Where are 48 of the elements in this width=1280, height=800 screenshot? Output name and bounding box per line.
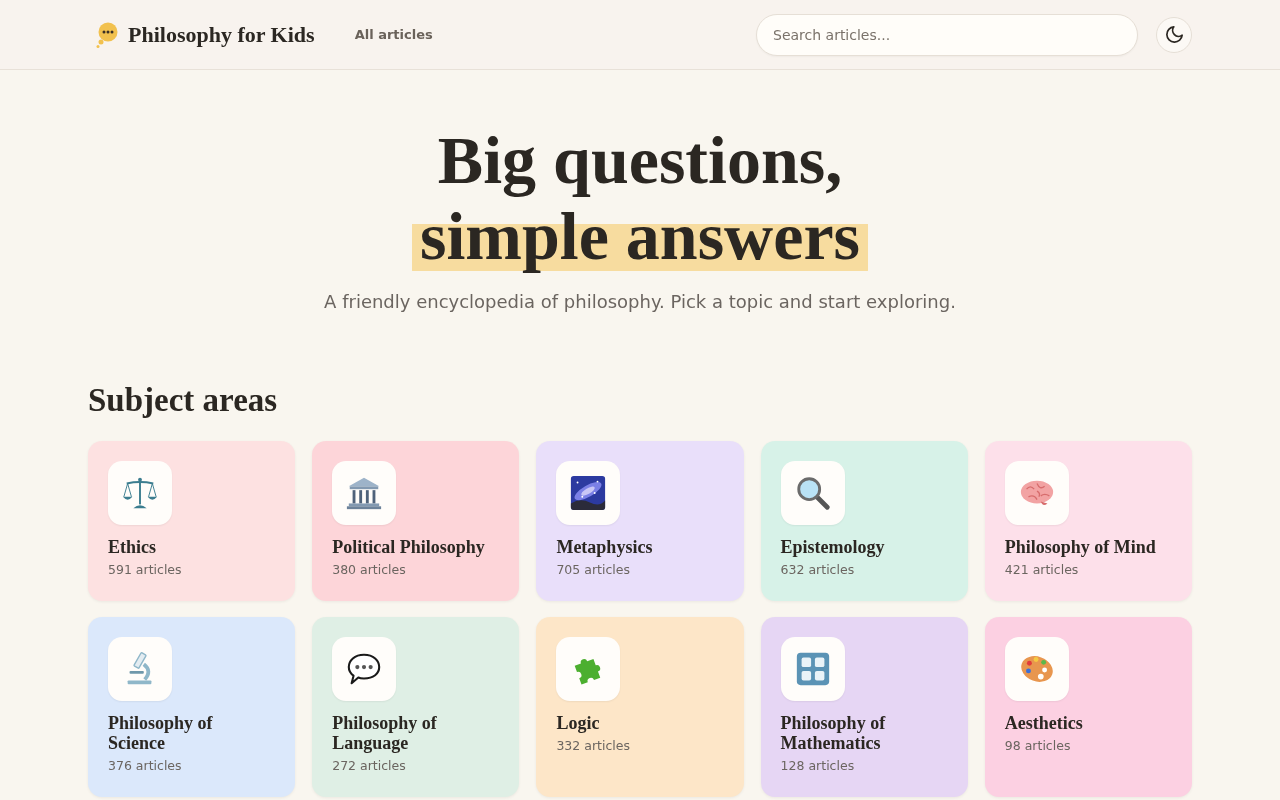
subject-card[interactable]: Ethics 591 articles bbox=[88, 441, 296, 601]
brain-icon bbox=[1004, 461, 1069, 525]
article-count: 421 articles bbox=[1004, 561, 1080, 579]
card-title: Philosophy of Mind bbox=[1004, 537, 1157, 557]
thought-bubble-icon bbox=[95, 21, 118, 48]
subject-card[interactable]: Aesthetics 98 articles bbox=[984, 617, 1192, 797]
article-count: 98 articles bbox=[1004, 737, 1072, 755]
article-count: 632 articles bbox=[780, 561, 856, 579]
article-count: 128 articles bbox=[780, 757, 856, 775]
nav-link[interactable]: All articles bbox=[354, 27, 433, 42]
subject-card[interactable]: Political Philosophy 380 articles bbox=[312, 441, 520, 601]
card-title: Metaphysics bbox=[556, 537, 654, 557]
subject-card[interactable]: Philosophy of Language 272 articles bbox=[312, 617, 520, 797]
grid-tile-icon bbox=[780, 637, 845, 701]
scales-icon bbox=[108, 461, 172, 525]
galaxy-icon bbox=[556, 461, 621, 525]
search-field[interactable]: Search articles... bbox=[756, 13, 1138, 56]
theme-toggle-button[interactable] bbox=[1156, 16, 1192, 53]
card-title: Political Philosophy bbox=[332, 537, 486, 557]
magnifying-glass-icon bbox=[780, 461, 845, 525]
article-count: 591 articles bbox=[108, 561, 183, 579]
speech-bubble-icon bbox=[332, 637, 397, 701]
section-heading: Subject areas bbox=[88, 381, 278, 419]
moon-icon bbox=[1165, 26, 1183, 43]
temple-icon bbox=[332, 461, 397, 525]
site-title[interactable]: Philosophy for Kids bbox=[128, 21, 315, 48]
subject-card[interactable]: Philosophy of Mathematics 128 articles bbox=[760, 617, 968, 797]
card-title: Ethics bbox=[108, 537, 157, 557]
article-count: 380 articles bbox=[332, 561, 407, 579]
article-count: 705 articles bbox=[556, 561, 631, 579]
puzzle-piece-icon bbox=[556, 637, 621, 701]
subject-card[interactable]: Philosophy of Mind 421 articles bbox=[984, 441, 1192, 601]
card-title: Aesthetics bbox=[1004, 713, 1084, 733]
subject-card[interactable]: Epistemology 632 articles bbox=[760, 441, 968, 601]
subject-card[interactable]: Metaphysics 705 articles bbox=[536, 441, 744, 601]
article-count: 272 articles bbox=[332, 757, 407, 775]
card-title: Epistemology bbox=[780, 537, 886, 557]
article-count: 332 articles bbox=[556, 737, 631, 755]
card-title: Philosophy of Mathematics bbox=[780, 713, 887, 753]
subject-card[interactable]: Logic 332 articles bbox=[536, 617, 744, 797]
card-title: Philosophy of Language bbox=[332, 713, 438, 753]
hero-subtitle: A friendly encyclopedia of philosophy. Pick a topic and start exploring. bbox=[324, 290, 956, 314]
subject-card[interactable]: Philosophy of Science 376 articles bbox=[88, 617, 296, 797]
article-count: 376 articles bbox=[108, 757, 183, 775]
card-title: Philosophy of Science bbox=[108, 713, 214, 753]
microscope-icon bbox=[108, 637, 172, 701]
palette-icon bbox=[1004, 637, 1069, 701]
card-title: Logic bbox=[556, 713, 601, 733]
